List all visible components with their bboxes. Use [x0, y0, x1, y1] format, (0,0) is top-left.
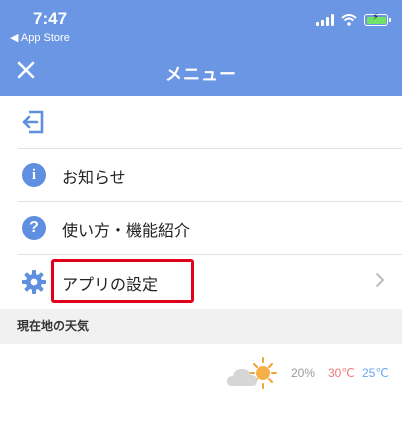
back-to-app-store[interactable]: ◀ App Store [10, 31, 70, 44]
menu-item-logout[interactable] [0, 96, 402, 149]
weather-panel: 20% 30℃ 25℃ [0, 344, 402, 424]
battery-icon: ⚡ [364, 12, 391, 26]
precipitation-value: 20% [291, 366, 316, 380]
gear-icon [22, 270, 46, 294]
high-temperature: 30℃ [328, 366, 355, 380]
highlight-annotation [51, 259, 194, 303]
status-time: 7:47 [33, 9, 68, 28]
weather-section-header: 現在地の天気 [0, 309, 402, 344]
question-icon: ? [22, 216, 46, 240]
menu-item-news[interactable]: i お知らせ [0, 149, 402, 202]
page-title: メニュー [165, 65, 237, 85]
chevron-right-icon [376, 273, 384, 287]
status-icons: ⚡ [316, 12, 391, 26]
menu-item-how-to-use[interactable]: ? 使い方・機能紹介 [0, 202, 402, 255]
info-icon: i [22, 163, 46, 187]
signal-icon [316, 14, 334, 26]
menu-item-label: お知らせ [62, 168, 126, 187]
wifi-icon [341, 14, 357, 26]
cloud-sun-icon [227, 357, 277, 389]
app-header: 7:47 ◀ App Store ⚡ メニュー [0, 0, 402, 96]
menu-item-label: 使い方・機能紹介 [62, 221, 191, 240]
low-temperature: 25℃ [362, 366, 389, 380]
logout-icon [22, 110, 44, 134]
